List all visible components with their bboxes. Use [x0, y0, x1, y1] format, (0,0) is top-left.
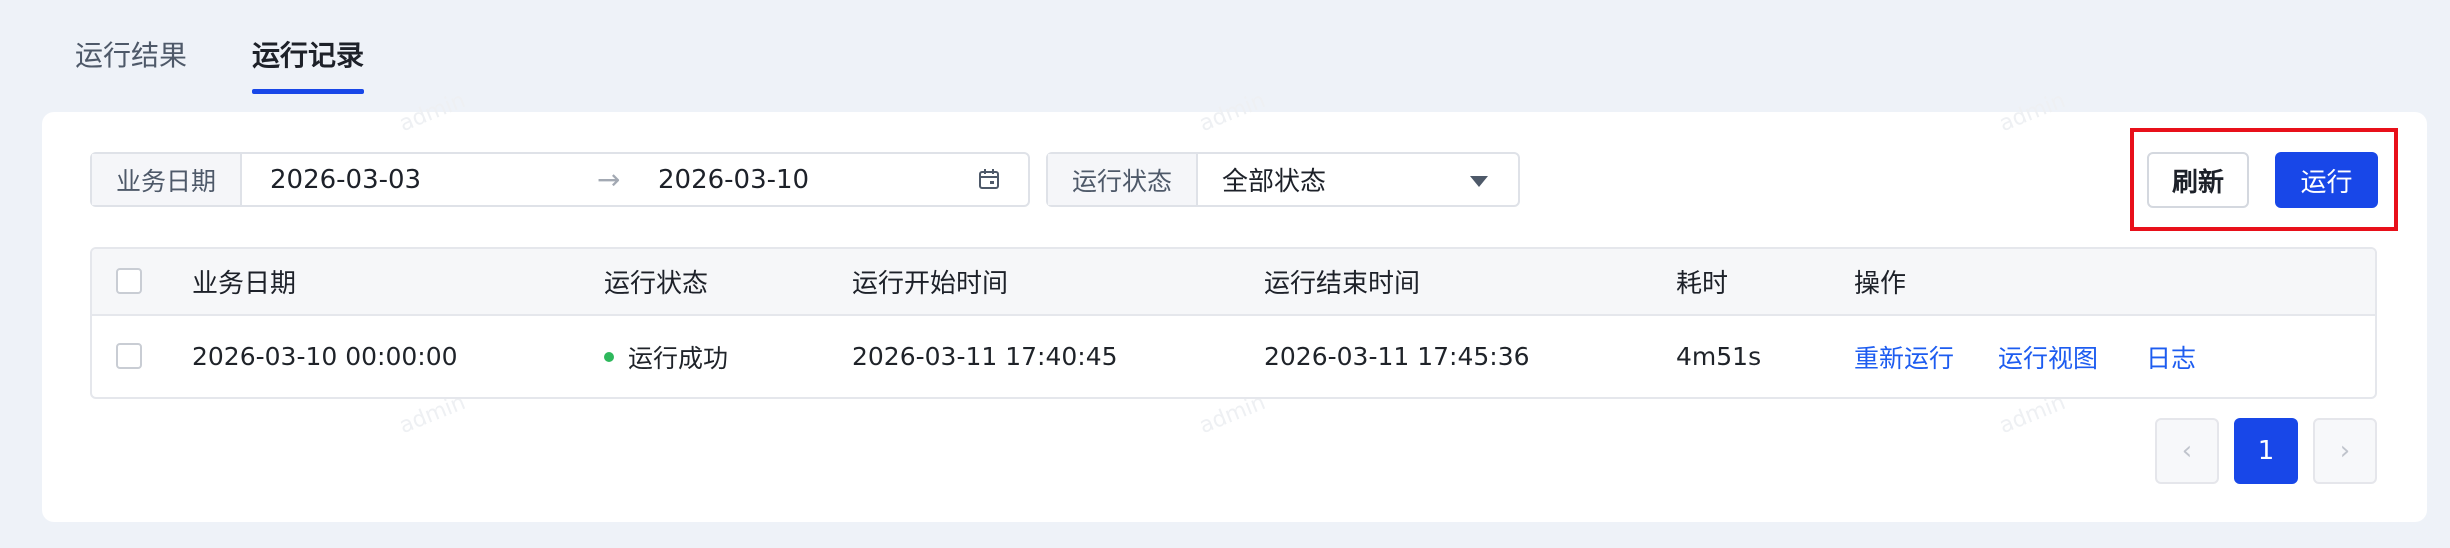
page-1-button[interactable]: 1	[2234, 418, 2298, 484]
status-dot-icon	[604, 351, 614, 362]
run-view-link[interactable]: 运行视图	[1998, 316, 2098, 397]
status-filter-label: 运行状态	[1048, 154, 1199, 205]
date-start-input[interactable]: 2026-03-03	[270, 165, 421, 195]
status-select-value[interactable]: 全部状态	[1198, 161, 1326, 198]
date-filter-label: 业务日期	[92, 154, 243, 205]
row-checkbox[interactable]	[116, 343, 142, 369]
run-records-table: 业务日期 运行状态 运行开始时间 运行结束时间 耗时 操作 2026-03-10…	[90, 247, 2377, 399]
start-time-cell: 2026-03-11 17:40:45	[852, 342, 1118, 371]
column-header: 业务日期	[192, 269, 297, 299]
status-filter[interactable]: 运行状态 全部状态	[1046, 152, 1520, 207]
date-range-filter: 业务日期 2026-03-03 → 2026-03-10	[90, 152, 1030, 207]
table-row: 2026-03-10 00:00:00 运行成功 2026-03-11 17:4…	[92, 316, 2375, 397]
column-header: 操作	[1854, 269, 1907, 299]
column-header: 耗时	[1676, 269, 1729, 299]
column-header: 运行开始时间	[852, 269, 1009, 299]
table-header: 业务日期 运行状态 运行开始时间 运行结束时间 耗时 操作	[92, 249, 2375, 316]
tab-run-results[interactable]: 运行结果	[75, 0, 187, 96]
tab-bar: 运行结果 运行记录	[75, 0, 429, 96]
log-link[interactable]: 日志	[2146, 316, 2196, 397]
select-all-checkbox[interactable]	[116, 268, 142, 294]
end-time-cell: 2026-03-11 17:45:36	[1264, 342, 1530, 371]
highlight-box	[2130, 128, 2398, 231]
column-header: 运行状态	[604, 269, 709, 299]
date-end-input[interactable]: 2026-03-10	[658, 165, 809, 195]
business-date-cell: 2026-03-10 00:00:00	[192, 342, 458, 371]
status-cell: 运行成功	[604, 316, 728, 397]
duration-cell: 4m51s	[1676, 342, 1762, 371]
date-range-arrow: →	[597, 163, 621, 196]
column-header: 运行结束时间	[1264, 269, 1421, 299]
tab-run-records[interactable]: 运行记录	[252, 0, 365, 96]
chevron-down-icon[interactable]	[1470, 176, 1488, 187]
calendar-icon[interactable]	[978, 168, 1000, 190]
status-text: 运行成功	[628, 343, 729, 373]
prev-page-button[interactable]: ‹	[2155, 418, 2219, 484]
next-page-button[interactable]: ›	[2313, 418, 2377, 484]
rerun-link[interactable]: 重新运行	[1854, 316, 1954, 397]
